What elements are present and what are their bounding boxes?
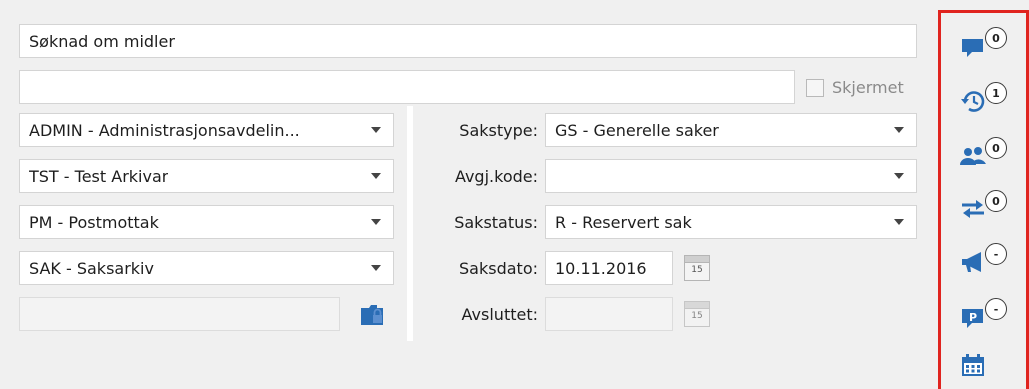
archive-select[interactable]: SAK - Saksarkiv [19, 251, 394, 285]
skjermet-checkbox[interactable]: Skjermet [806, 78, 904, 97]
chevron-down-icon [894, 127, 904, 133]
participants-button[interactable]: 0 [959, 137, 1019, 171]
saksdato-input[interactable]: 10.11.2016 [545, 251, 673, 285]
chevron-down-icon [894, 219, 904, 225]
archive-select-value: SAK - Saksarkiv [29, 258, 154, 278]
chevron-down-icon [894, 173, 904, 179]
calendar-icon-header [685, 302, 709, 309]
title-input-value: Søknad om midler [29, 31, 175, 51]
parking-button[interactable]: P - [959, 298, 1019, 332]
sakstatus-label: Sakstatus: [454, 213, 538, 232]
sakstype-select-value: GS - Generelle saker [555, 120, 719, 140]
parking-count-badge: - [985, 298, 1007, 320]
avgjkode-select[interactable] [545, 159, 917, 193]
classification-input[interactable] [19, 297, 340, 331]
title-input[interactable]: Søknad om midler [19, 24, 917, 58]
participants-count-badge: 0 [985, 137, 1007, 159]
archivist-select-value: TST - Test Arkivar [29, 166, 169, 186]
sakstype-select[interactable]: GS - Generelle saker [545, 113, 917, 147]
skjermet-checkbox-box[interactable] [806, 78, 824, 97]
svg-text:P: P [969, 311, 977, 324]
skjermet-label: Skjermet [832, 78, 904, 97]
calendar-icon [962, 354, 984, 376]
sakstype-label: Sakstype: [459, 121, 538, 140]
calendar-icon-header [685, 256, 709, 263]
chevron-down-icon [371, 265, 381, 271]
parking-icon: P [962, 309, 983, 328]
history-count-badge: 1 [985, 82, 1007, 104]
avgjkode-label: Avgj.kode: [454, 167, 538, 186]
department-select-value: ADMIN - Administrasjonsavdelin... [29, 120, 300, 140]
comment-icon [962, 39, 983, 57]
transfer-icon [962, 200, 984, 218]
locked-folder-icon[interactable] [359, 301, 385, 327]
archivist-select[interactable]: TST - Test Arkivar [19, 159, 394, 193]
avsluttet-label: Avsluttet: [461, 305, 538, 324]
subtitle-input[interactable] [19, 70, 795, 104]
announcements-button[interactable]: - [959, 243, 1019, 277]
history-button[interactable]: 1 [959, 82, 1019, 116]
saksdato-input-value: 10.11.2016 [555, 258, 647, 278]
comments-button[interactable]: 0 [959, 27, 1019, 61]
avsluttet-calendar-button[interactable]: 15 [684, 301, 710, 327]
comments-count-badge: 0 [985, 27, 1007, 49]
announcements-count-badge: - [985, 243, 1007, 265]
avsluttet-input[interactable] [545, 297, 673, 331]
calendar-button[interactable] [959, 347, 1019, 381]
side-action-panel: 0 1 0 0 - P - [938, 10, 1029, 389]
megaphone-icon [962, 252, 981, 272]
mailroom-select[interactable]: PM - Postmottak [19, 205, 394, 239]
transfers-count-badge: 0 [985, 190, 1007, 212]
saksdato-label: Saksdato: [459, 259, 538, 278]
column-divider [407, 106, 413, 341]
saksdato-calendar-button[interactable]: 15 [684, 255, 710, 281]
sakstatus-select-value: R - Reservert sak [555, 212, 692, 232]
chevron-down-icon [371, 219, 381, 225]
transfers-button[interactable]: 0 [959, 190, 1019, 224]
chevron-down-icon [371, 127, 381, 133]
calendar-icon-day: 15 [691, 311, 703, 321]
calendar-icon-day: 15 [691, 265, 703, 275]
sakstatus-select[interactable]: R - Reservert sak [545, 205, 917, 239]
users-icon [960, 147, 986, 165]
chevron-down-icon [371, 173, 381, 179]
mailroom-select-value: PM - Postmottak [29, 212, 159, 232]
history-icon [961, 91, 985, 112]
department-select[interactable]: ADMIN - Administrasjonsavdelin... [19, 113, 394, 147]
